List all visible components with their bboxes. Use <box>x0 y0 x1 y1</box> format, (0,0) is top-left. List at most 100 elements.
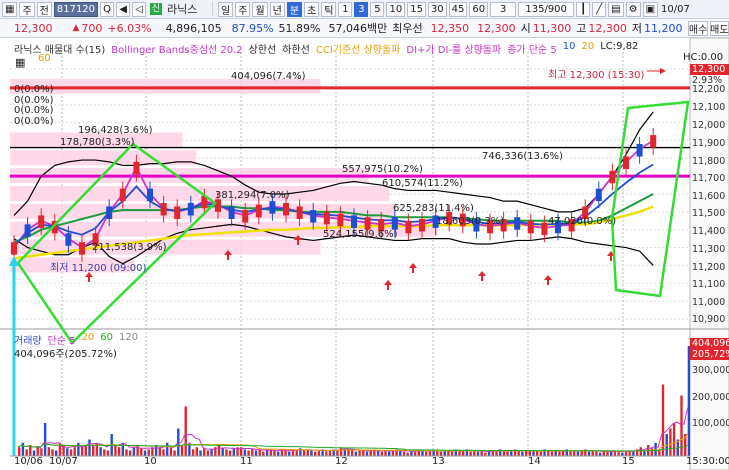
volume-bar <box>402 451 406 456</box>
interval-45[interactable]: 45 <box>448 1 468 17</box>
candle-body <box>269 201 276 214</box>
stock-code-input[interactable]: 817120 <box>53 1 99 17</box>
candle-body <box>609 170 616 184</box>
chart-area[interactable] <box>0 38 729 470</box>
vp-label-f: 381,294(7.0%) <box>215 190 290 201</box>
candle-body <box>79 242 85 255</box>
volume-bar <box>162 449 165 456</box>
volume-bar <box>43 423 47 456</box>
interval-5[interactable]: 5 <box>370 1 385 17</box>
tab-minute[interactable]: 분 <box>286 1 303 17</box>
candle-body <box>650 135 657 148</box>
indicator-ma60[interactable]: 60 <box>38 53 51 64</box>
volume-bar <box>639 447 642 456</box>
indicator-ma20[interactable]: 20 <box>582 41 595 53</box>
volume-bar <box>473 450 476 456</box>
open-price: 11,300 <box>532 21 572 35</box>
volume-bar <box>487 451 491 456</box>
candle-body <box>119 188 126 202</box>
best-ask-label: 최우선 <box>392 22 423 35</box>
indicator-vp[interactable]: 라닉스 매물대 수(15) <box>14 41 105 56</box>
candle-body <box>174 206 181 219</box>
volume-ma120[interactable]: 120 <box>119 332 138 347</box>
tab-day[interactable]: 일 <box>218 1 234 17</box>
chart-type-icon[interactable]: ┃ <box>576 1 591 17</box>
tab-second[interactable]: 초 <box>304 1 320 17</box>
volume-bar <box>447 450 450 456</box>
search-icon[interactable]: Q <box>100 1 115 17</box>
volume-bar <box>550 451 554 456</box>
current-price-tag: 12,300 <box>690 64 729 75</box>
volume-bar <box>173 450 176 456</box>
prev-select[interactable]: 전 <box>36 1 52 17</box>
interval-30[interactable]: 30 <box>427 1 447 17</box>
count-select[interactable]: 3 <box>490 1 517 17</box>
change-value: 700 <box>81 21 103 35</box>
volume-bar <box>129 450 132 456</box>
interval-15[interactable]: 15 <box>407 1 426 17</box>
date-label: 10/06 <box>14 456 43 467</box>
price-tick: 12,100 <box>692 102 726 113</box>
interval-10[interactable]: 10 <box>386 1 406 17</box>
volume-bar <box>169 447 173 456</box>
price-chart-svg[interactable] <box>0 38 729 470</box>
volume-bar <box>265 450 269 456</box>
tab-month[interactable]: 월 <box>252 1 268 17</box>
volume-bar <box>573 450 576 456</box>
tab-week[interactable]: 주 <box>235 1 251 17</box>
volume-bar <box>462 450 465 456</box>
layout-icon[interactable]: ▦ <box>2 1 18 17</box>
interval-60[interactable]: 60 <box>469 1 489 17</box>
volume-bar <box>103 449 106 456</box>
indicator-ma5[interactable]: 종가 단순 5 <box>507 41 557 56</box>
tab-year[interactable]: 년 <box>269 1 285 17</box>
tab-tick[interactable]: 틱 <box>321 1 337 17</box>
current-price: 12,300 <box>14 21 53 35</box>
volume-bar <box>669 428 672 456</box>
indicator-bb[interactable]: Bollinger Bands중심선 20.2 <box>111 41 242 56</box>
volume-bar <box>506 451 509 456</box>
candle-body <box>623 156 629 169</box>
candle-body <box>541 222 548 236</box>
candle-body <box>160 202 167 216</box>
calendar-icon[interactable]: ▣ <box>642 1 659 17</box>
volume-bar <box>99 447 102 456</box>
high-price: 12,300 <box>588 21 627 35</box>
trend-icon[interactable]: ╱ <box>592 1 607 17</box>
volume-bar <box>458 450 461 456</box>
volume-bar <box>643 450 646 456</box>
volume-bar <box>262 451 265 456</box>
sound-icon[interactable]: ◁ <box>132 1 147 17</box>
interval-1[interactable]: 1 <box>338 1 353 17</box>
volume-bar <box>199 450 202 456</box>
window-icon[interactable]: ▦ <box>15 56 25 69</box>
volume-bar <box>147 449 150 456</box>
tool-icon[interactable]: ▤ <box>608 1 624 17</box>
indicator-ma10[interactable]: 10 <box>563 41 576 53</box>
vp-label-d: 746,336(13.6%) <box>482 151 563 162</box>
candle-body <box>514 217 521 230</box>
indicator-upper[interactable]: 상한선 <box>249 41 277 56</box>
vp-label-b: 178,780(3.3%) <box>60 137 135 148</box>
settings-icon[interactable]: ⚙ <box>625 1 641 17</box>
volume-bar <box>140 448 143 456</box>
prev-icon[interactable]: ◀ <box>116 1 131 17</box>
period-select[interactable]: 주 <box>19 1 35 17</box>
buy-button[interactable]: 매수 <box>688 20 708 36</box>
indicator-lower[interactable]: 하한선 <box>282 41 310 56</box>
indicator-di[interactable]: DI+가 DI-를 상향돌파 <box>406 41 501 56</box>
indicator-cci[interactable]: CCI기준선 상향돌파 <box>316 41 401 56</box>
volume-bar <box>232 448 235 456</box>
volume-bar <box>524 450 528 456</box>
volume-bar <box>580 450 583 456</box>
volume-bar <box>125 449 128 456</box>
volume-bar <box>302 450 306 456</box>
volume-bar <box>380 451 383 456</box>
volume-bar <box>521 451 524 456</box>
volume-bar <box>191 449 195 456</box>
vp-label-i: 211,538(3.9%) <box>92 242 167 253</box>
interval-3[interactable]: 3 <box>354 1 369 17</box>
sell-button[interactable]: 매도 <box>709 20 729 36</box>
low-annotation: 최저 11,200 (09:00) <box>50 263 147 274</box>
volume-bar <box>617 451 620 456</box>
